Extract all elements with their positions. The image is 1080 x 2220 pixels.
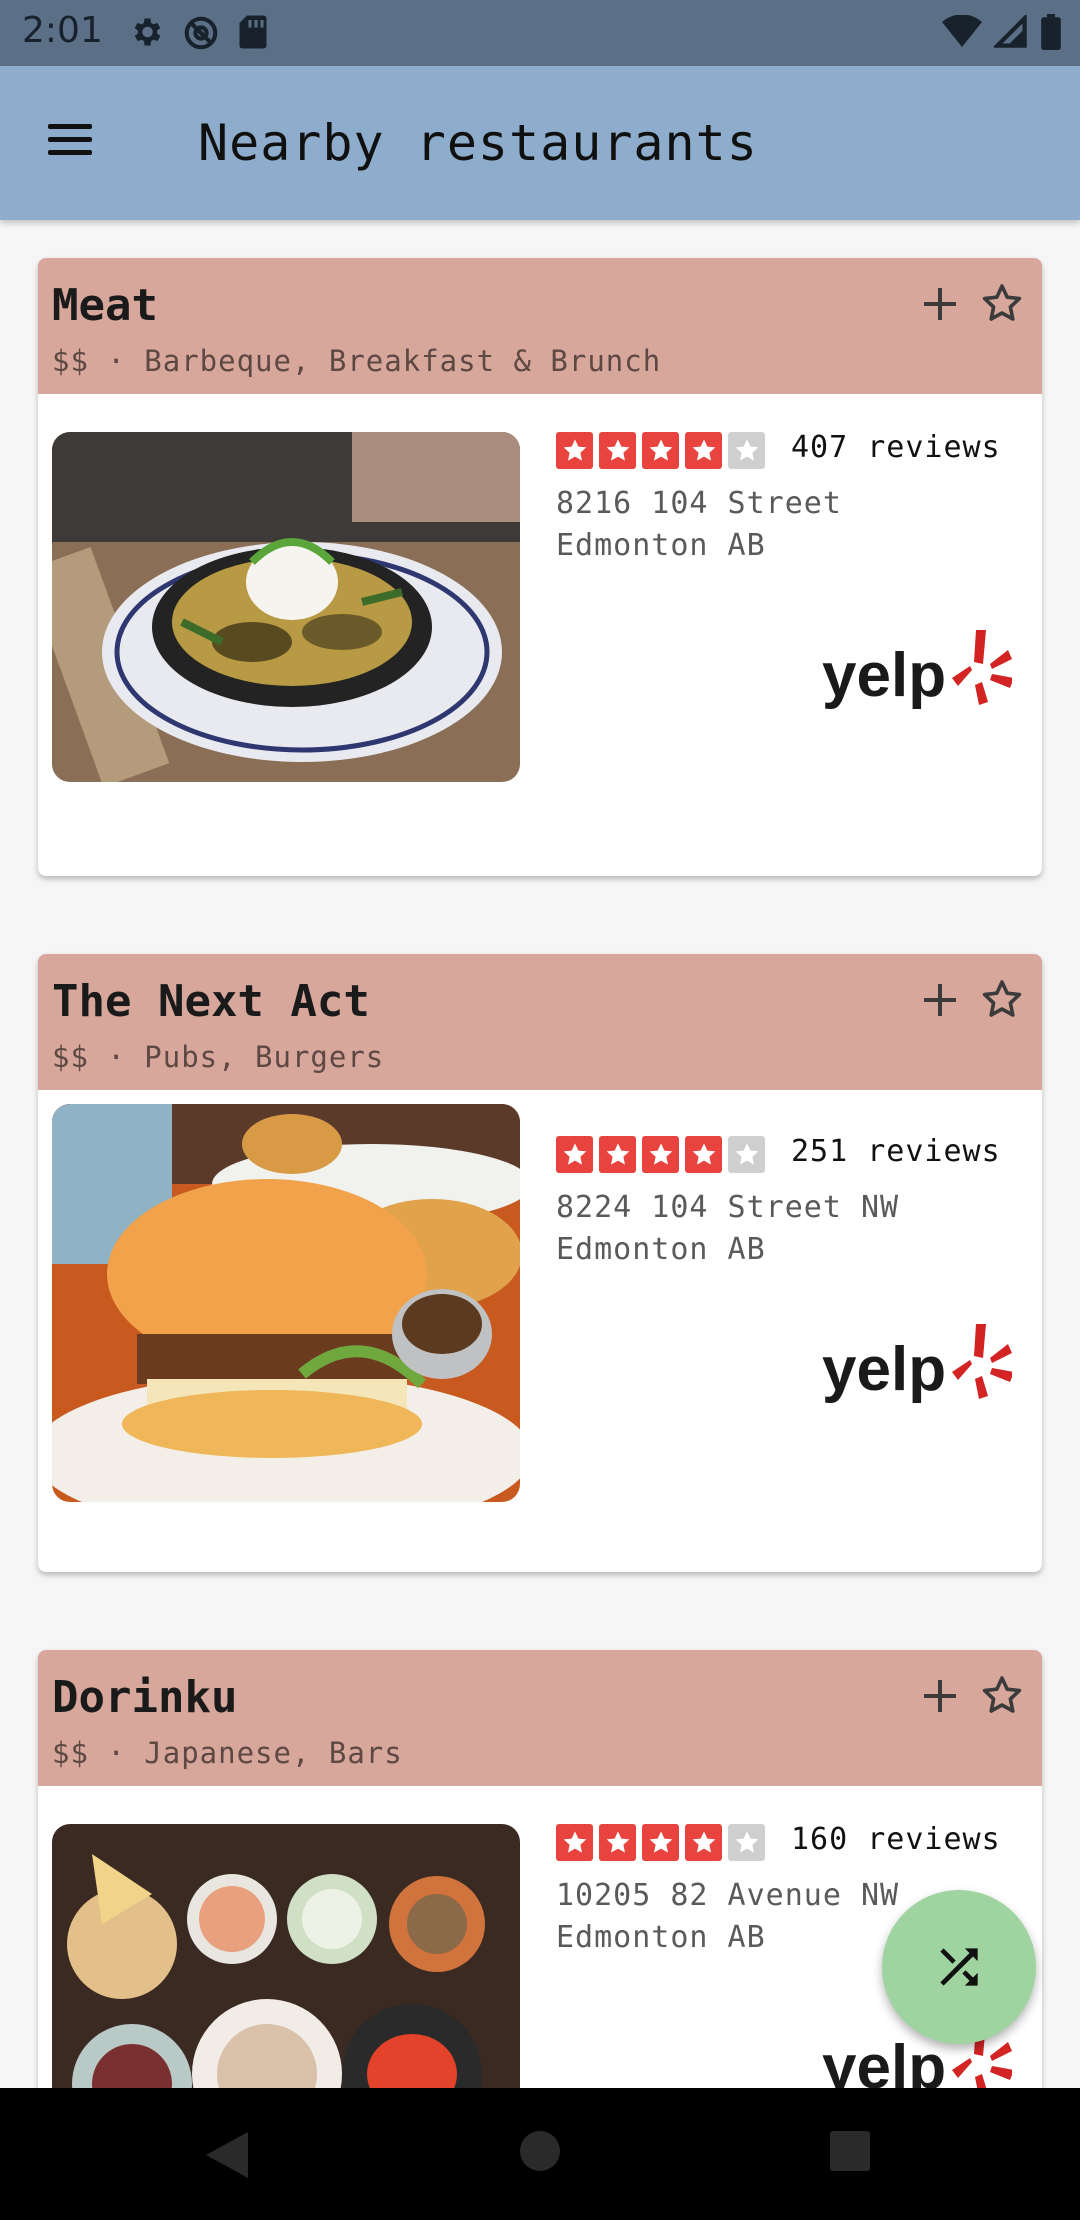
battery-icon (1041, 14, 1061, 50)
restaurant-card[interactable]: The Next Act $$ · Pubs, Burgers 251 revi… (38, 954, 1042, 1572)
restaurant-name: The Next Act (52, 976, 370, 1027)
restaurant-name: Meat (52, 280, 158, 331)
star-empty-icon (728, 432, 765, 469)
restaurant-photo[interactable] (52, 1824, 520, 2130)
review-count: 407 reviews (791, 430, 1001, 465)
add-button[interactable] (916, 280, 964, 328)
favorite-star-button[interactable] (978, 976, 1026, 1024)
svg-text:yelp: yelp (822, 641, 946, 710)
add-button[interactable] (916, 976, 964, 1024)
wifi-icon (942, 15, 982, 47)
restaurant-subtitle: $$ · Barbeque, Breakfast & Brunch (52, 344, 662, 378)
restaurant-subtitle: $$ · Japanese, Bars (52, 1736, 403, 1770)
address-line-1: 10205 82 Avenue NW (556, 1878, 900, 1913)
card-body: 251 reviews 8224 104 Street NW Edmonton … (38, 1090, 1042, 1572)
address-line-2: Edmonton AB (556, 528, 766, 563)
yelp-logo[interactable]: yelp (822, 626, 1012, 718)
star-empty-icon (728, 1136, 765, 1173)
star-full-icon (685, 1824, 722, 1861)
restaurant-photo[interactable] (52, 1104, 520, 1502)
address: 8216 104 Street Edmonton AB (556, 483, 842, 567)
card-header: The Next Act $$ · Pubs, Burgers (38, 954, 1042, 1090)
sd-card-icon (239, 15, 267, 49)
status-bar: 2:01 (0, 0, 1080, 66)
card-body: 407 reviews 8216 104 Street Edmonton AB … (38, 394, 1042, 876)
star-full-icon (642, 1824, 679, 1861)
review-count: 160 reviews (791, 1822, 1001, 1857)
at-sign-icon (184, 16, 218, 50)
app-bar: Nearby restaurants (0, 66, 1080, 220)
shuffle-icon (940, 1948, 978, 1986)
star-full-icon (642, 1136, 679, 1173)
restaurant-photo[interactable] (52, 432, 520, 782)
status-time: 2:01 (22, 10, 103, 51)
card-header: Meat $$ · Barbeque, Breakfast & Brunch (38, 258, 1042, 394)
cell-signal-icon (994, 15, 1027, 48)
card-header: Dorinku $$ · Japanese, Bars (38, 1650, 1042, 1786)
review-count: 251 reviews (791, 1134, 1001, 1169)
star-full-icon (685, 432, 722, 469)
restaurant-card[interactable]: Dorinku $$ · Japanese, Bars 160 reviews … (38, 1650, 1042, 2130)
address-line-2: Edmonton AB (556, 1232, 766, 1267)
hamburger-menu-button[interactable] (40, 116, 100, 170)
star-full-icon (642, 432, 679, 469)
restaurant-name: Dorinku (52, 1672, 238, 1723)
star-empty-icon (728, 1824, 765, 1861)
page-title: Nearby restaurants (198, 114, 758, 172)
star-full-icon (599, 1824, 636, 1861)
star-full-icon (556, 1136, 593, 1173)
shuffle-fab-button[interactable] (882, 1890, 1036, 2044)
address-line-1: 8224 104 Street NW (556, 1190, 900, 1225)
settings-icon (134, 18, 161, 46)
home-button[interactable] (519, 2130, 561, 2172)
recents-button[interactable] (829, 2130, 871, 2172)
favorite-star-button[interactable] (978, 1672, 1026, 1720)
hamburger-icon (48, 124, 92, 129)
restaurant-card[interactable]: Meat $$ · Barbeque, Breakfast & Brunch 4… (38, 258, 1042, 876)
star-full-icon (685, 1136, 722, 1173)
system-nav-bar (0, 2088, 1080, 2220)
favorite-star-button[interactable] (978, 280, 1026, 328)
restaurant-subtitle: $$ · Pubs, Burgers (52, 1040, 385, 1074)
star-full-icon (599, 432, 636, 469)
address-line-1: 8216 104 Street (556, 486, 842, 521)
star-full-icon (556, 432, 593, 469)
address: 8224 104 Street NW Edmonton AB (556, 1187, 899, 1271)
back-button[interactable] (204, 2130, 250, 2180)
address: 10205 82 Avenue NW Edmonton AB (556, 1875, 899, 1959)
add-button[interactable] (916, 1672, 964, 1720)
svg-text:yelp: yelp (822, 1335, 946, 1404)
address-line-2: Edmonton AB (556, 1920, 766, 1955)
yelp-logo[interactable]: yelp (822, 1320, 1012, 1412)
star-full-icon (599, 1136, 636, 1173)
star-full-icon (556, 1824, 593, 1861)
